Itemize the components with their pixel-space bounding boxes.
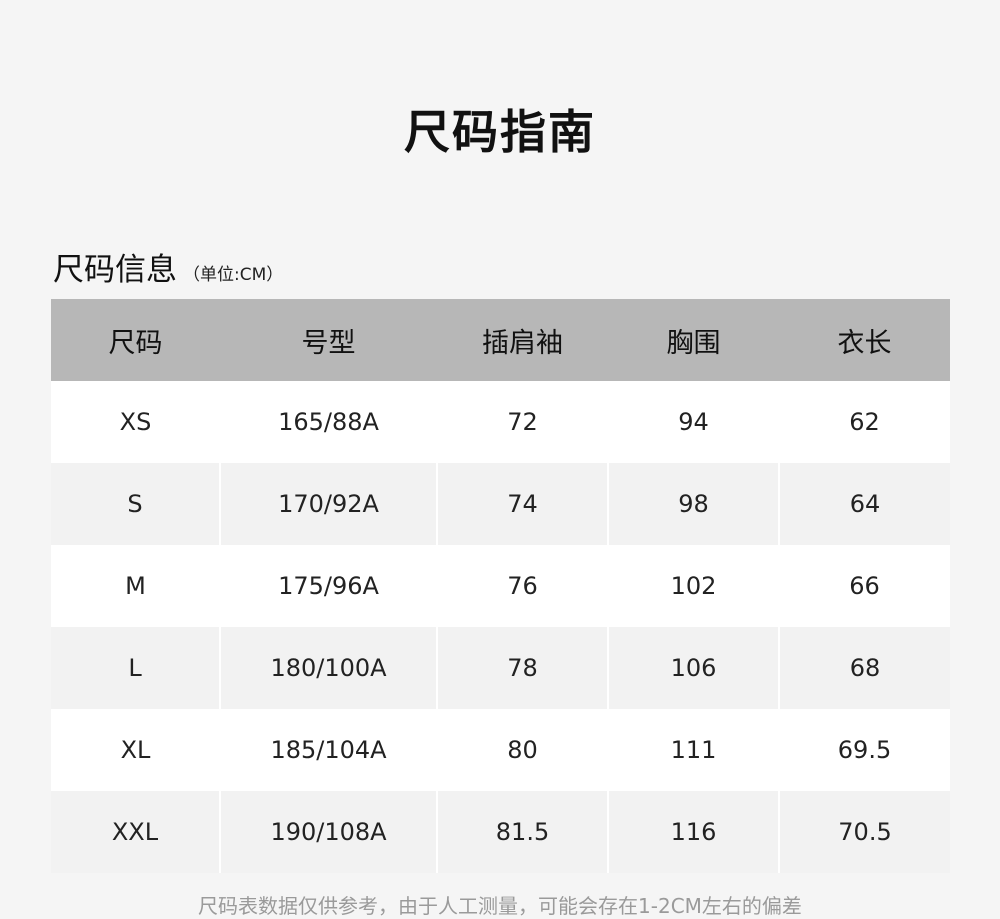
cell-chest: 106 (607, 627, 779, 709)
cell-length: 68 (778, 627, 950, 709)
header-sleeve: 插肩袖 (437, 299, 608, 381)
cell-chest: 98 (607, 463, 779, 545)
cell-size: XL (51, 709, 220, 791)
cell-length: 64 (778, 463, 950, 545)
disclaimer-note: 尺码表数据仅供参考，由于人工测量，可能会存在1-2CM左右的偏差 (198, 894, 802, 918)
cell-length: 62 (779, 381, 950, 463)
cell-chest: 116 (607, 791, 779, 873)
cell-length: 66 (779, 545, 950, 627)
header-length: 衣长 (779, 299, 950, 381)
cell-chest: 94 (608, 381, 779, 463)
table-row: XL 185/104A 80 111 69.5 (51, 709, 950, 791)
size-table: 尺码 号型 插肩袖 胸围 衣长 XS 165/88A 72 94 62 S 17… (51, 299, 950, 873)
header-model: 号型 (220, 299, 437, 381)
cell-sleeve: 78 (436, 627, 608, 709)
table-header-row: 尺码 号型 插肩袖 胸围 衣长 (51, 299, 950, 381)
cell-chest: 111 (608, 709, 779, 791)
cell-model: 190/108A (219, 791, 437, 873)
table-row: XXL 190/108A 81.5 116 70.5 (51, 791, 950, 873)
cell-model: 185/104A (220, 709, 437, 791)
cell-model: 170/92A (219, 463, 437, 545)
cell-model: 165/88A (220, 381, 437, 463)
page-title: 尺码指南 (404, 105, 596, 159)
cell-size: XS (51, 381, 220, 463)
cell-size: XXL (51, 791, 220, 873)
cell-chest: 102 (608, 545, 779, 627)
cell-sleeve: 76 (437, 545, 608, 627)
table-row: L 180/100A 78 106 68 (51, 627, 950, 709)
section-heading: 尺码信息 （单位:CM） (53, 244, 283, 289)
cell-model: 175/96A (220, 545, 437, 627)
cell-sleeve: 72 (437, 381, 608, 463)
cell-size: M (51, 545, 220, 627)
cell-length: 69.5 (779, 709, 950, 791)
header-size: 尺码 (51, 299, 220, 381)
cell-size: L (51, 627, 220, 709)
cell-model: 180/100A (219, 627, 437, 709)
cell-length: 70.5 (778, 791, 950, 873)
header-chest: 胸围 (608, 299, 779, 381)
table-row: M 175/96A 76 102 66 (51, 545, 950, 627)
section-label: 尺码信息 (53, 252, 177, 288)
table-row: S 170/92A 74 98 64 (51, 463, 950, 545)
cell-sleeve: 80 (437, 709, 608, 791)
cell-sleeve: 81.5 (436, 791, 608, 873)
table-row: XS 165/88A 72 94 62 (51, 381, 950, 463)
cell-sleeve: 74 (436, 463, 608, 545)
cell-size: S (51, 463, 220, 545)
unit-label: （单位:CM） (183, 265, 284, 285)
